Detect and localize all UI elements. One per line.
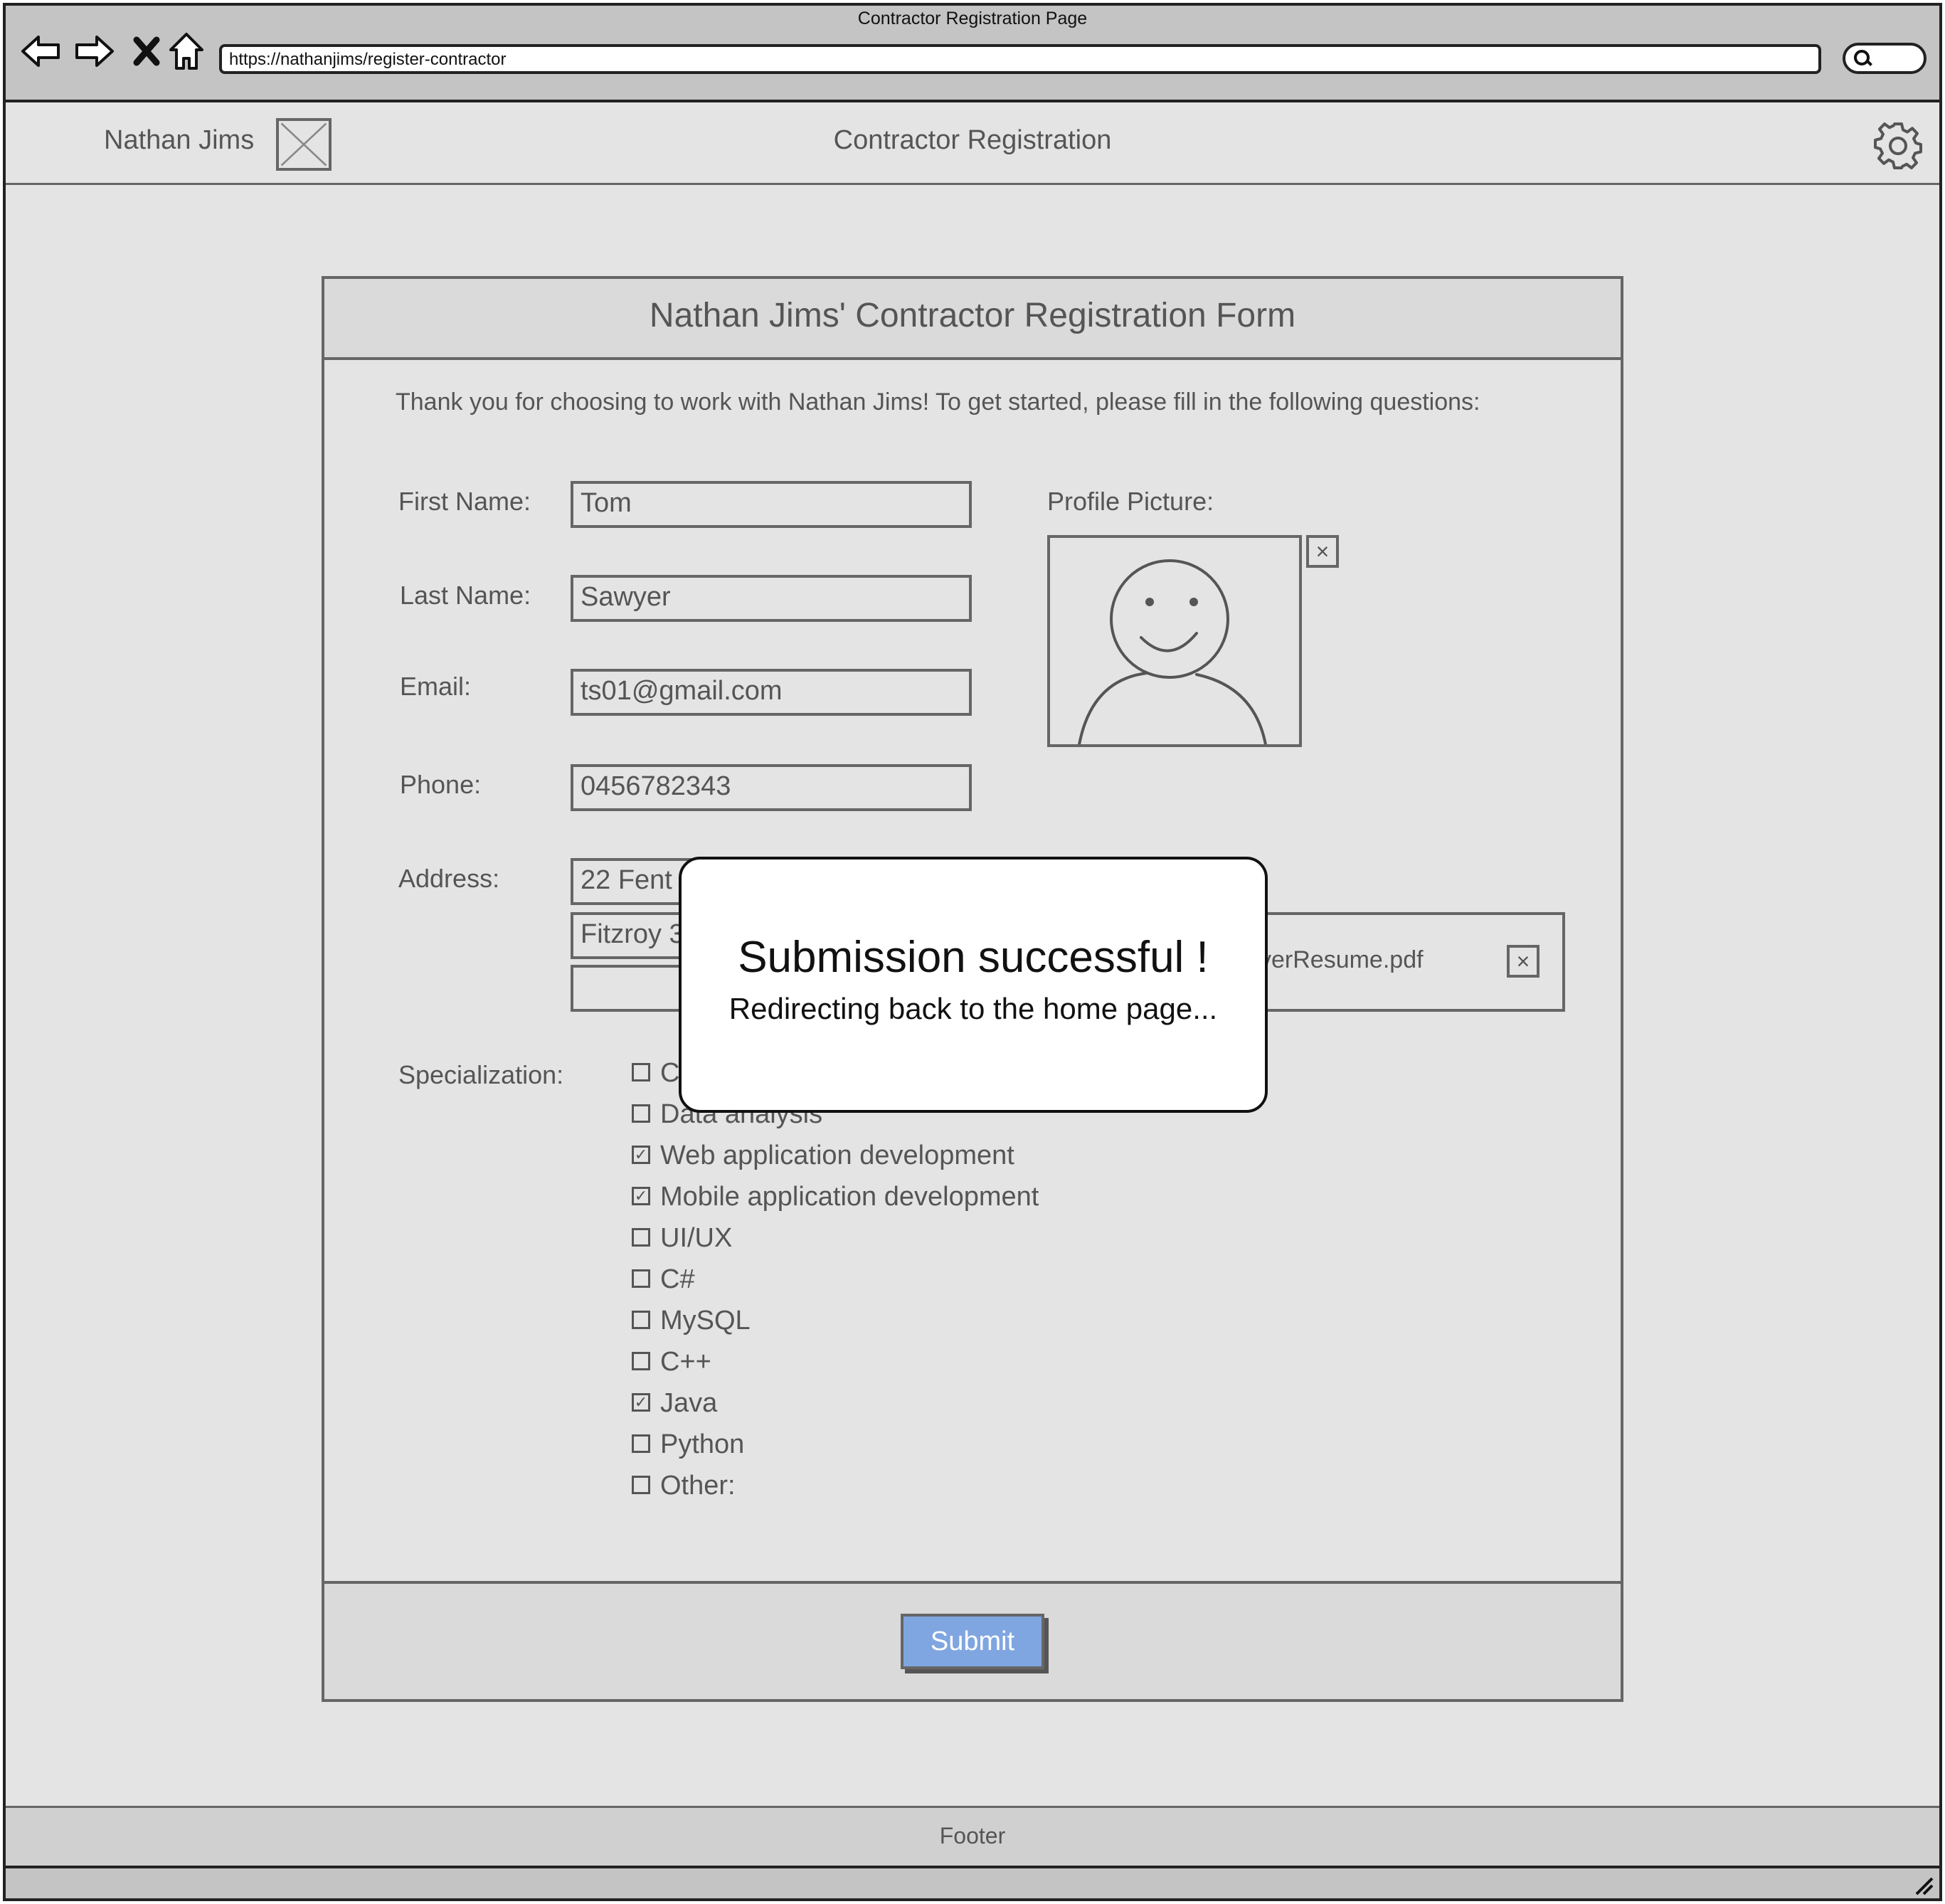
dialog-message: Redirecting back to the home page... bbox=[728, 992, 1218, 1025]
specialization-option[interactable]: C bbox=[632, 1057, 679, 1093]
resume-file-name: yerResume.pdf bbox=[1259, 946, 1424, 973]
specialization-option-label: Python bbox=[660, 1429, 745, 1459]
checkbox-unchecked[interactable] bbox=[632, 1227, 650, 1247]
specialization-option-label: Other: bbox=[660, 1471, 736, 1501]
resize-grip-icon[interactable] bbox=[1914, 1876, 1934, 1895]
specialization-option[interactable]: ✓ Web application development bbox=[632, 1140, 1014, 1175]
specialization-option-label: C++ bbox=[660, 1347, 711, 1377]
address-label: Address: bbox=[398, 864, 500, 893]
checkbox-unchecked[interactable] bbox=[632, 1475, 650, 1494]
checkbox-unchecked[interactable] bbox=[632, 1062, 650, 1081]
remove-resume-button[interactable]: × bbox=[1507, 945, 1539, 978]
specialization-option[interactable]: ✓ Mobile application development bbox=[632, 1181, 1039, 1217]
specialization-option[interactable]: C# bbox=[632, 1264, 695, 1299]
browser-status-bar bbox=[6, 1866, 1939, 1898]
specialization-option-label: MySQL bbox=[660, 1306, 751, 1336]
specialization-option-label: C# bbox=[660, 1264, 695, 1294]
phone-input[interactable]: 0456782343 bbox=[571, 764, 972, 811]
form-title: Nathan Jims' Contractor Registration For… bbox=[649, 297, 1296, 334]
page-title: Contractor Registration bbox=[833, 125, 1112, 155]
first-name-label: First Name: bbox=[398, 487, 531, 516]
email-input[interactable]: ts01@gmail.com bbox=[571, 669, 972, 716]
close-icon[interactable] bbox=[125, 30, 168, 73]
specialization-option[interactable]: MySQL bbox=[632, 1305, 751, 1340]
window-title: Contractor Registration Page bbox=[857, 9, 1088, 28]
gear-icon[interactable] bbox=[1874, 121, 1922, 169]
specialization-option-label: Mobile application development bbox=[660, 1182, 1039, 1212]
profile-picture-frame[interactable] bbox=[1047, 535, 1302, 747]
email-label: Email: bbox=[400, 672, 472, 701]
checkbox-unchecked[interactable] bbox=[632, 1351, 650, 1370]
specialization-option-label: Java bbox=[660, 1388, 718, 1418]
browser-search-button[interactable] bbox=[1843, 43, 1927, 74]
success-dialog bbox=[679, 857, 1268, 1113]
checkbox-unchecked[interactable] bbox=[632, 1434, 650, 1453]
last-name-label: Last Name: bbox=[400, 581, 531, 610]
magnifier-icon bbox=[1854, 50, 1870, 65]
specialization-option-label: Web application development bbox=[660, 1141, 1014, 1170]
forward-arrow-icon[interactable] bbox=[73, 30, 115, 73]
specialization-option-label: C bbox=[660, 1058, 680, 1088]
specialization-label: Specialization: bbox=[398, 1060, 564, 1089]
specialization-option-label: UI/UX bbox=[660, 1223, 733, 1253]
avatar-icon bbox=[1078, 559, 1267, 744]
specialization-option[interactable]: C++ bbox=[632, 1346, 711, 1382]
profile-picture-label: Profile Picture: bbox=[1047, 487, 1214, 516]
back-arrow-icon[interactable] bbox=[20, 30, 63, 73]
last-name-input[interactable]: Sawyer bbox=[571, 575, 972, 622]
specialization-option[interactable]: UI/UX bbox=[632, 1222, 732, 1258]
checkbox-checked[interactable]: ✓ bbox=[632, 1145, 650, 1164]
checkbox-checked[interactable]: ✓ bbox=[632, 1392, 650, 1412]
checkbox-checked[interactable]: ✓ bbox=[632, 1186, 650, 1205]
url-text: https://nathanjims/register-contractor bbox=[229, 50, 507, 69]
address-bar[interactable]: https://nathanjims/register-contractor bbox=[219, 44, 1821, 74]
remove-picture-button[interactable]: × bbox=[1306, 535, 1339, 568]
first-name-input[interactable]: Tom bbox=[571, 481, 972, 528]
checkbox-unchecked[interactable] bbox=[632, 1269, 650, 1288]
checkbox-unchecked[interactable] bbox=[632, 1104, 650, 1123]
specialization-option[interactable]: Other: bbox=[632, 1470, 736, 1506]
checkbox-unchecked[interactable] bbox=[632, 1310, 650, 1329]
footer-text: Footer bbox=[939, 1823, 1006, 1849]
dialog-title: Submission successful ! bbox=[738, 933, 1209, 982]
submit-button[interactable]: Submit bbox=[901, 1614, 1044, 1669]
form-intro: Thank you for choosing to work with Nath… bbox=[396, 388, 1480, 416]
home-icon[interactable] bbox=[165, 30, 208, 73]
specialization-option[interactable]: ✓ Java bbox=[632, 1387, 717, 1423]
specialization-option[interactable]: Python bbox=[632, 1429, 744, 1464]
phone-label: Phone: bbox=[400, 770, 482, 799]
